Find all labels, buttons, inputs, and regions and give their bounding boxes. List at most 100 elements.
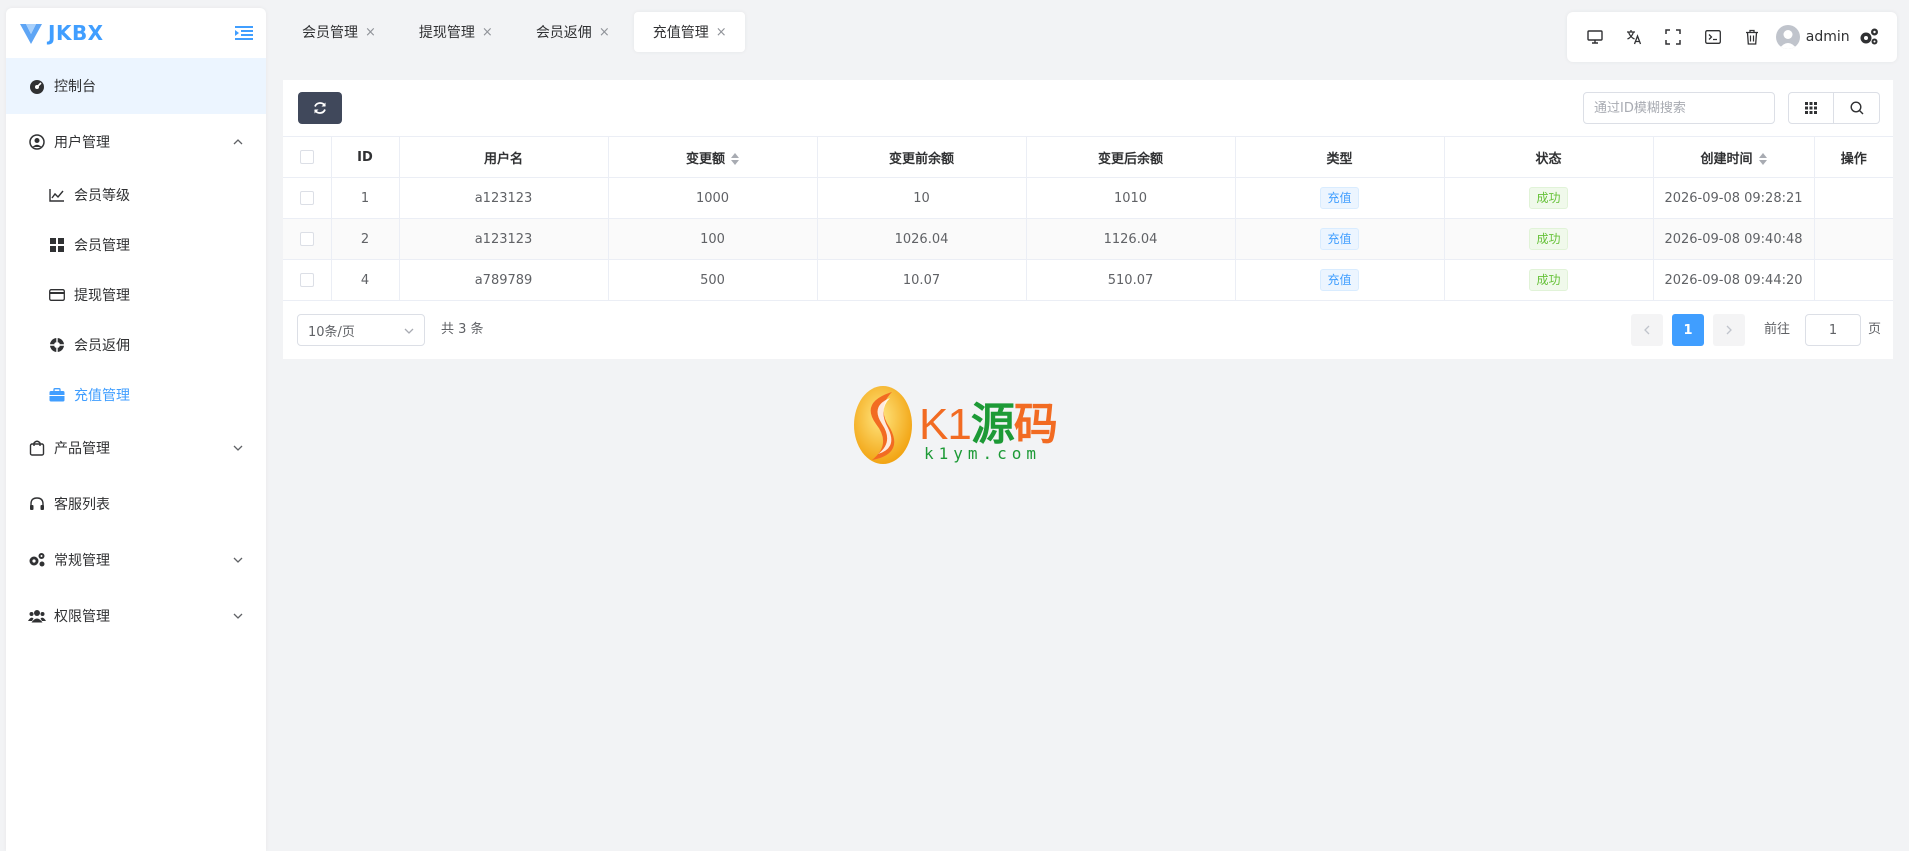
cell-before: 10.07 [817,259,1027,301]
sidebar: JKBX 控制台 用户管理 会员等级 会员管理 提现管理 会员返佣 充值管理 产… [6,8,266,851]
search-button[interactable] [1834,92,1880,124]
sidebar-item-label: 充值管理 [74,388,130,404]
header-label: 变更额 [685,151,725,167]
cell-username: a123123 [399,218,609,260]
tab-commission[interactable]: 会员返佣 × [517,12,628,52]
fullscreen-icon[interactable] [1654,17,1693,57]
sidebar-item-member-level[interactable]: 会员等级 [6,170,266,220]
type-badge: 充值 [1320,228,1359,250]
goto-page-input[interactable] [1805,314,1861,346]
view-button-group [1788,92,1880,124]
cell-after: 1126.04 [1026,218,1236,260]
jkbx-logo-icon [18,20,44,46]
watermark-latin: K1 [919,400,972,449]
chevron-right-icon [1726,325,1732,335]
tab-member-mgmt[interactable]: 会员管理 × [283,12,394,52]
header-before: 变更前余额 [817,136,1027,178]
cell-id: 1 [331,177,400,219]
header-amount[interactable]: 变更额 [608,136,818,178]
table-header-row: ID 用户名 变更额 变更前余额 变更后余额 类型 状态 创建时间 操作 [283,136,1893,178]
sidebar-item-member-mgmt[interactable]: 会员管理 [6,220,266,270]
cell-id: 2 [331,218,400,260]
gauge-icon [28,77,46,95]
life-ring-icon [48,336,66,354]
prev-page-button[interactable] [1631,314,1663,346]
sidebar-item-service-list[interactable]: 客服列表 [6,476,266,532]
translate-icon[interactable] [1614,17,1653,57]
chevron-down-icon [232,610,244,622]
search-icon [1849,101,1863,115]
cell-id: 4 [331,259,400,301]
sidebar-item-commission[interactable]: 会员返佣 [6,320,266,370]
tab-label: 会员管理 [302,25,358,41]
pagination: 10条/页 共 3 条 1 前往 页 [283,314,1893,346]
cell-actions [1814,259,1893,301]
row-checkbox[interactable] [299,273,314,287]
chevron-left-icon [1644,325,1650,335]
cell-amount: 500 [608,259,818,301]
credit-card-icon [48,286,66,304]
close-icon[interactable]: × [599,25,610,40]
page-number-button[interactable]: 1 [1672,314,1704,346]
sidebar-item-general-mgmt[interactable]: 常规管理 [6,532,266,588]
page-size-select[interactable]: 10条/页 [297,314,425,346]
goto-label: 前往 [1764,322,1791,337]
row-checkbox[interactable] [299,191,314,205]
chevron-down-icon [404,323,414,338]
column-toggle-button[interactable] [1788,92,1834,124]
refresh-button[interactable] [298,92,342,124]
trash-icon[interactable] [1732,17,1771,57]
total-count: 共 3 条 [441,322,484,337]
watermark-text: K1源码 [919,388,1058,452]
page-size-value: 10条/页 [308,324,355,340]
sort-icon[interactable] [1758,153,1767,165]
status-badge: 成功 [1529,228,1568,250]
cell-amount: 100 [608,218,818,260]
sidebar-item-label: 产品管理 [54,441,110,457]
type-badge: 充值 [1320,187,1359,209]
refresh-icon [314,102,326,114]
chevron-down-icon [232,554,244,566]
tab-label: 充值管理 [652,25,709,41]
table-row: 2 a123123 100 1026.04 1126.04 充值 成功 2026… [283,218,1893,260]
gears-icon [28,551,46,569]
sidebar-item-recharge-mgmt[interactable]: 充值管理 [6,370,266,420]
watermark-url: k1ym.com [924,444,1042,463]
cell-username: a123123 [399,177,609,219]
settings-gears-icon[interactable] [1850,17,1889,57]
type-badge: 充值 [1320,269,1359,291]
select-all-cell [283,136,332,178]
search-input[interactable] [1583,92,1775,124]
sidebar-item-dashboard[interactable]: 控制台 [6,58,266,114]
tab-bar: 会员管理 × 提现管理 × 会员返佣 × 充值管理 × [283,12,751,52]
select-all-checkbox[interactable] [299,150,314,164]
user-menu[interactable]: admin [1775,17,1850,57]
watermark-cn1: 源 [970,400,1015,449]
sort-icon[interactable] [731,153,739,165]
sidebar-item-auth-mgmt[interactable]: 权限管理 [6,588,266,644]
cell-before: 1026.04 [817,218,1027,260]
table-row: 4 a789789 500 10.07 510.07 充值 成功 2026-09… [283,259,1893,301]
sidebar-item-withdraw-mgmt[interactable]: 提现管理 [6,270,266,320]
tab-withdraw-mgmt[interactable]: 提现管理 × [400,12,511,52]
next-page-button[interactable] [1713,314,1745,346]
cell-username: a789789 [399,259,609,301]
tab-label: 会员返佣 [535,25,592,41]
close-icon[interactable]: × [365,25,376,40]
grid-icon [48,236,66,254]
header-created[interactable]: 创建时间 [1653,136,1815,178]
terminal-icon[interactable] [1693,17,1732,57]
close-icon[interactable]: × [716,25,727,40]
close-icon[interactable]: × [482,25,493,40]
briefcase-icon [48,386,66,404]
recharge-table: ID 用户名 变更额 变更前余额 变更后余额 类型 状态 创建时间 操作 1 a… [283,136,1893,301]
sidebar-item-product-mgmt[interactable]: 产品管理 [6,420,266,476]
cell-created: 2026-09-08 09:28:21 [1653,177,1815,219]
sidebar-item-user-mgmt[interactable]: 用户管理 [6,114,266,170]
tab-recharge-mgmt[interactable]: 充值管理 × [633,12,745,52]
monitor-icon[interactable] [1575,17,1614,57]
cell-actions [1814,218,1893,260]
header-id: ID [331,136,400,178]
menu-collapse-icon[interactable] [234,24,254,42]
row-checkbox[interactable] [299,232,314,246]
